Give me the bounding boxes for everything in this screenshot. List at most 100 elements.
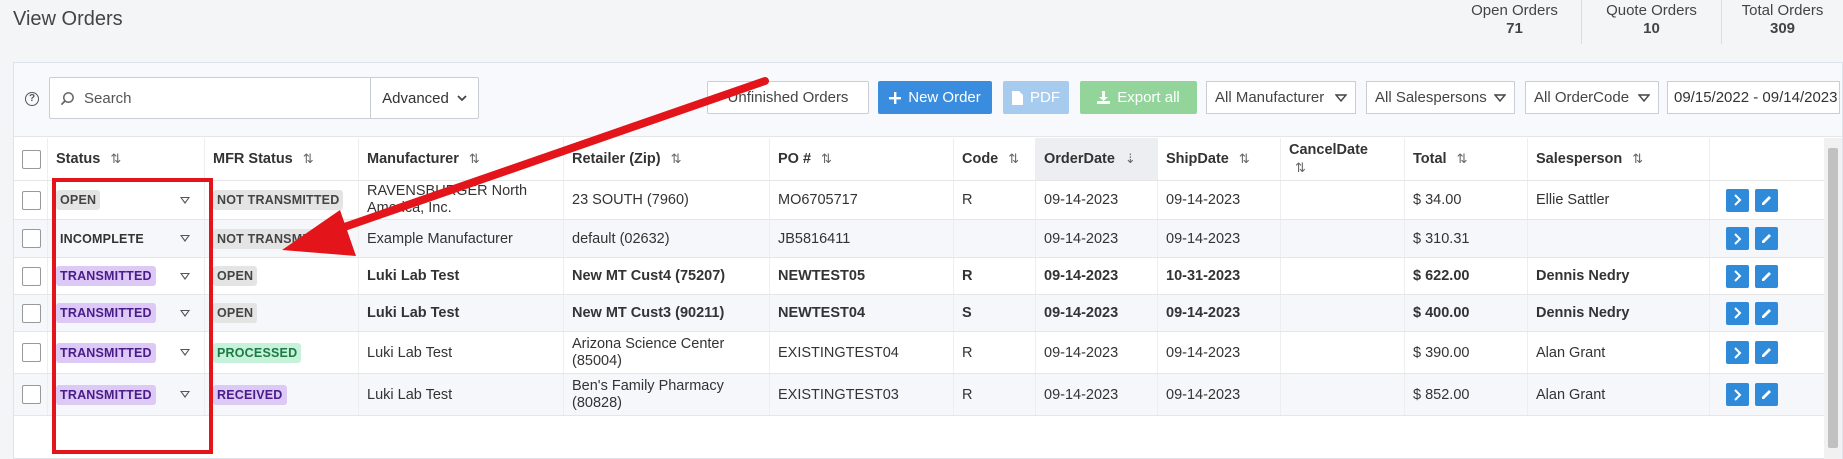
sort-icon: ⇅ — [1238, 151, 1250, 166]
chevron-right-icon[interactable] — [1726, 301, 1749, 325]
po-cell: JB5816411 — [770, 220, 954, 257]
edit-icon[interactable] — [1755, 341, 1778, 364]
row-checkbox[interactable] — [22, 266, 41, 286]
unfinished-orders-button[interactable]: Unfinished Orders — [707, 81, 869, 114]
scrollbar-thumb[interactable] — [1828, 148, 1838, 448]
date-range-picker[interactable]: 09/15/2022 - 09/14/2023 — [1667, 81, 1840, 114]
sort-icon: ⇅ — [1008, 151, 1020, 166]
header-label: OrderDate — [1044, 151, 1115, 167]
chevron-right-icon[interactable] — [1726, 383, 1749, 406]
advanced-label: Advanced — [382, 89, 449, 107]
retailer-cell: 23 SOUTH (7960) — [564, 181, 770, 219]
order-date-cell: 09-14-2023 — [1036, 332, 1158, 373]
header-order-date[interactable]: OrderDate ⇣ — [1036, 138, 1158, 180]
row-checkbox[interactable] — [22, 229, 41, 248]
salesperson-filter-value: All Salespersons — [1375, 89, 1487, 106]
status-cell[interactable]: TRANSMITTED — [48, 374, 205, 415]
plus-icon — [889, 91, 902, 104]
code-cell: R — [954, 332, 1036, 373]
manufacturer-cell: Luki Lab Test — [359, 374, 564, 415]
retailer-cell: default (02632) — [564, 220, 770, 257]
ship-date-cell: 09-14-2023 — [1158, 332, 1281, 373]
search-input[interactable] — [84, 78, 370, 118]
caret-down-icon[interactable] — [180, 272, 190, 280]
row-checkbox[interactable] — [22, 343, 41, 362]
status-cell[interactable]: TRANSMITTED — [48, 258, 205, 294]
edit-icon[interactable] — [1755, 301, 1778, 325]
edit-icon[interactable] — [1755, 383, 1778, 406]
status-badge: TRANSMITTED — [56, 342, 156, 363]
edit-icon[interactable] — [1755, 188, 1778, 212]
status-badge: TRANSMITTED — [56, 303, 156, 323]
search-icon — [50, 78, 84, 118]
code-cell: R — [954, 258, 1036, 294]
cancel-date-cell — [1281, 332, 1405, 373]
order-date-cell: 09-14-2023 — [1036, 220, 1158, 257]
caret-down-icon — [1335, 93, 1347, 102]
salesperson-cell: Dennis Nedry — [1528, 295, 1710, 331]
status-badge: TRANSMITTED — [56, 266, 156, 286]
status-cell[interactable]: TRANSMITTED — [48, 295, 205, 331]
chevron-right-icon[interactable] — [1726, 264, 1749, 288]
header-salesperson[interactable]: Salesperson ⇅ — [1528, 138, 1710, 180]
header-po[interactable]: PO # ⇅ — [770, 138, 954, 180]
select-all-checkbox[interactable] — [22, 149, 41, 169]
table-row[interactable]: TRANSMITTED OPEN Luki Lab Test New MT Cu… — [14, 258, 1824, 295]
status-cell[interactable]: OPEN — [48, 181, 205, 219]
po-cell: EXISTINGTEST04 — [770, 332, 954, 373]
header-total[interactable]: Total ⇅ — [1405, 138, 1528, 180]
total-cell: $ 34.00 — [1405, 181, 1528, 219]
header-mfr-status[interactable]: MFR Status ⇅ — [205, 138, 359, 180]
retailer-cell: New MT Cust4 (75207) — [564, 258, 770, 294]
table-row[interactable]: TRANSMITTED PROCESSED Luki Lab Test Ariz… — [14, 332, 1824, 374]
row-checkbox[interactable] — [22, 190, 41, 210]
total-cell: $ 852.00 — [1405, 374, 1528, 415]
export-all-button[interactable]: Export all — [1080, 81, 1197, 114]
chevron-right-icon[interactable] — [1726, 341, 1749, 364]
unfinished-orders-label: Unfinished Orders — [727, 89, 849, 106]
header-status[interactable]: Status ⇅ — [48, 138, 205, 180]
caret-down-icon[interactable] — [180, 349, 190, 356]
header-ship-date[interactable]: ShipDate ⇅ — [1158, 138, 1281, 180]
table-row[interactable]: INCOMPLETE NOT TRANSMITTED Example Manuf… — [14, 220, 1824, 258]
cancel-date-cell — [1281, 295, 1405, 331]
caret-down-icon[interactable] — [180, 235, 190, 242]
table-row[interactable]: TRANSMITTED RECEIVED Luki Lab Test Ben's… — [14, 374, 1824, 416]
chevron-right-icon[interactable] — [1726, 188, 1749, 212]
header-retailer[interactable]: Retailer (Zip) ⇅ — [564, 138, 770, 180]
mfr-status-cell: OPEN — [205, 258, 359, 294]
row-select-cell — [14, 258, 48, 294]
pdf-button[interactable]: PDF — [1003, 81, 1069, 114]
chevron-right-icon[interactable] — [1726, 227, 1749, 250]
row-select-cell — [14, 295, 48, 331]
download-icon — [1097, 91, 1111, 104]
header-cancel-date[interactable]: CancelDate ⇅ — [1281, 138, 1405, 180]
table-scrollbar[interactable] — [1824, 138, 1842, 459]
caret-down-icon[interactable] — [180, 309, 190, 317]
cancel-date-cell — [1281, 220, 1405, 257]
caret-down-icon[interactable] — [180, 196, 190, 204]
status-cell[interactable]: TRANSMITTED — [48, 332, 205, 373]
export-all-label: Export all — [1117, 89, 1180, 106]
table-row[interactable]: TRANSMITTED OPEN Luki Lab Test New MT Cu… — [14, 295, 1824, 332]
row-checkbox[interactable] — [22, 385, 41, 404]
new-order-button[interactable]: New Order — [878, 81, 992, 114]
header-label: MFR Status — [213, 151, 293, 167]
caret-down-icon[interactable] — [180, 391, 190, 398]
salesperson-filter[interactable]: All Salespersons — [1366, 81, 1515, 114]
table-row[interactable]: OPEN NOT TRANSMITTED RAVENSBURGER North … — [14, 181, 1824, 220]
manufacturer-filter[interactable]: All Manufacturer — [1206, 81, 1356, 114]
status-cell[interactable]: INCOMPLETE — [48, 220, 205, 257]
advanced-search-button[interactable]: Advanced — [370, 78, 478, 118]
header-code[interactable]: Code ⇅ — [954, 138, 1036, 180]
actions-cell — [1710, 332, 1804, 373]
ordercode-filter[interactable]: All OrderCode — [1525, 81, 1659, 114]
row-checkbox[interactable] — [22, 303, 41, 323]
edit-icon[interactable] — [1755, 227, 1778, 250]
total-cell: $ 310.31 — [1405, 220, 1528, 257]
code-cell: S — [954, 295, 1036, 331]
question-circle-icon[interactable]: ? — [25, 92, 39, 106]
header-manufacturer[interactable]: Manufacturer ⇅ — [359, 138, 564, 180]
stat-label: Total Orders — [1741, 2, 1824, 19]
edit-icon[interactable] — [1755, 264, 1778, 288]
